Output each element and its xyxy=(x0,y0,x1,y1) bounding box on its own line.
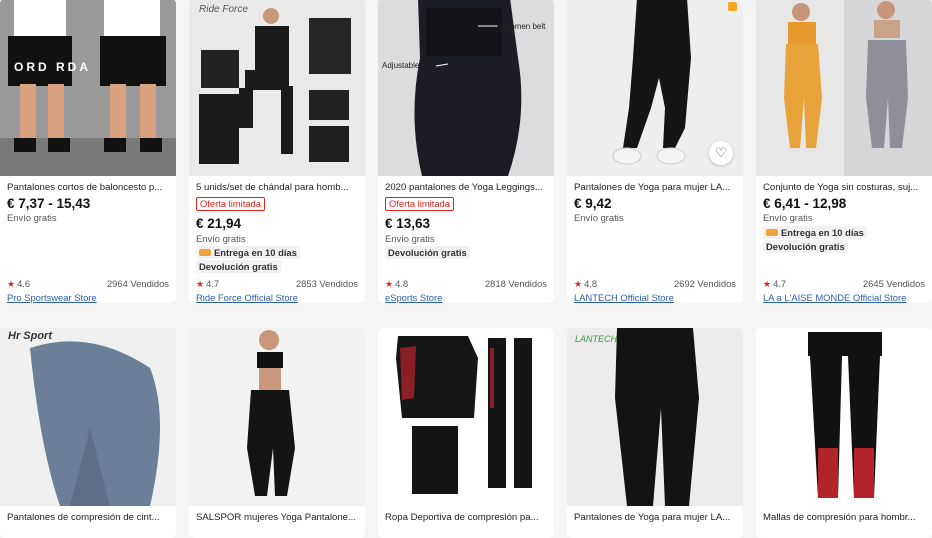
product-card[interactable]: LANTECH Pantalones de Yoga para mujer LA… xyxy=(567,328,743,538)
product-price: € 13,63 xyxy=(385,216,431,231)
product-image[interactable] xyxy=(756,0,932,176)
image-brand-text: LANTECH xyxy=(575,334,618,344)
shipping-label: Envío gratis xyxy=(7,212,57,223)
product-price: € 9,42 xyxy=(574,196,612,211)
product-image[interactable]: Ride Force xyxy=(189,0,365,176)
product-card[interactable]: Ropa Deportiva de compresión pa... xyxy=(378,328,554,538)
product-price: € 7,37 - 15,43 xyxy=(7,196,91,211)
delivery-text: Entrega en 10 días xyxy=(781,227,864,238)
image-brand-text: Hr Sport xyxy=(8,330,52,342)
product-image[interactable] xyxy=(189,328,365,506)
product-title[interactable]: Pantalones de Yoga para mujer LA... xyxy=(574,512,736,523)
store-link[interactable]: LANTECH Official Store xyxy=(574,292,674,303)
rating: ★ 4.8 xyxy=(574,278,597,290)
product-card[interactable]: ORD RDA Pantalones cortos de baloncesto … xyxy=(0,0,176,303)
product-title[interactable]: Conjunto de Yoga sin costuras, suj... xyxy=(763,182,925,193)
delivery-tag: Entrega en 10 días xyxy=(763,226,867,239)
product-title[interactable]: Pantalones de compresión de cint... xyxy=(7,512,169,523)
truck-icon xyxy=(199,249,211,257)
product-title[interactable]: Ropa Deportiva de compresión pa... xyxy=(385,512,547,523)
image-callout-text: Abdomen belt xyxy=(496,22,546,31)
returns-tag: Devolución gratis xyxy=(763,240,848,253)
rating-value: 4.8 xyxy=(395,278,409,289)
truck-icon xyxy=(766,229,778,237)
product-title[interactable]: Mallas de compresión para hombr... xyxy=(763,512,925,523)
star-icon: ★ xyxy=(196,279,205,289)
product-price: € 21,94 xyxy=(196,216,242,231)
rating-value: 4.7 xyxy=(773,278,787,289)
star-icon: ★ xyxy=(7,279,16,289)
sold-count: 2818 Vendidos xyxy=(484,278,547,289)
offer-badge: Oferta limitada xyxy=(385,197,454,211)
product-card[interactable]: Mallas de compresión para hombr... xyxy=(756,328,932,538)
star-icon: ★ xyxy=(574,279,583,289)
image-brand-text: Ride Force xyxy=(199,4,248,15)
returns-tag: Devolución gratis xyxy=(196,260,281,273)
product-title[interactable]: Pantalones cortos de baloncesto p... xyxy=(7,182,169,193)
delivery-tag: Entrega en 10 días xyxy=(196,246,300,259)
store-link[interactable]: Ride Force Official Store xyxy=(196,292,298,303)
rating: ★ 4.7 xyxy=(763,278,786,290)
product-card[interactable]: Conjunto de Yoga sin costuras, suj... € … xyxy=(756,0,932,303)
shipping-label: Envío gratis xyxy=(385,233,435,244)
star-icon: ★ xyxy=(763,279,772,289)
rating: ★ 4.8 xyxy=(385,278,408,290)
product-image[interactable]: ORD RDA xyxy=(0,0,176,176)
rating-value: 4.6 xyxy=(17,278,31,289)
returns-tag: Devolución gratis xyxy=(385,246,470,259)
rating: ★ 4.6 xyxy=(7,278,30,290)
product-card[interactable]: Ride Force 5 unids/set de chándal para h… xyxy=(189,0,365,303)
product-title[interactable]: Pantalones de Yoga para mujer LA... xyxy=(574,182,736,193)
shipping-label: Envío gratis xyxy=(763,212,813,223)
rating: ★ 4.7 xyxy=(196,278,219,290)
product-card[interactable]: ♡ Pantalones de Yoga para mujer LA... € … xyxy=(567,0,743,303)
shipping-label: Envío gratis xyxy=(196,233,246,244)
store-link[interactable]: LA a L'AISE MONDE Official Store xyxy=(763,292,906,303)
sold-count: 2964 Vendidos xyxy=(106,278,169,289)
sold-count: 2853 Vendidos xyxy=(295,278,358,289)
ad-indicator-icon xyxy=(728,2,737,11)
product-price: € 6,41 - 12,98 xyxy=(763,196,847,211)
product-card[interactable]: Hr Sport Pantalones de compresión de cin… xyxy=(0,328,176,538)
product-image[interactable]: LANTECH xyxy=(567,328,743,506)
product-image[interactable]: Hr Sport xyxy=(0,328,176,506)
product-image[interactable] xyxy=(378,328,554,506)
star-icon: ★ xyxy=(385,279,394,289)
heart-outline-icon[interactable]: ♡ xyxy=(709,141,733,165)
product-title[interactable]: 5 unids/set de chándal para homb... xyxy=(196,182,358,193)
sold-count: 2645 Vendidos xyxy=(862,278,925,289)
product-image[interactable]: Abdomen belt Adjustable xyxy=(378,0,554,176)
image-callout-text: Adjustable xyxy=(382,61,420,70)
delivery-text: Entrega en 10 días xyxy=(214,247,297,258)
rating-value: 4.7 xyxy=(206,278,220,289)
product-card[interactable]: SALSPOR mujeres Yoga Pantalone... xyxy=(189,328,365,538)
sold-count: 2692 Vendidos xyxy=(673,278,736,289)
shipping-label: Envío gratis xyxy=(574,212,624,223)
store-link[interactable]: Pro Sportswear Store xyxy=(7,292,97,303)
product-title[interactable]: SALSPOR mujeres Yoga Pantalone... xyxy=(196,512,358,523)
product-title[interactable]: 2020 pantalones de Yoga Leggings... xyxy=(385,182,547,193)
offer-badge: Oferta limitada xyxy=(196,197,265,211)
rating-value: 4.8 xyxy=(584,278,598,289)
product-image[interactable]: ♡ xyxy=(567,0,743,176)
product-card[interactable]: Abdomen belt Adjustable 2020 pantalones … xyxy=(378,0,554,303)
store-link[interactable]: eSports Store xyxy=(385,292,442,303)
product-image[interactable] xyxy=(756,328,932,506)
image-print-text: ORD RDA xyxy=(14,60,91,74)
